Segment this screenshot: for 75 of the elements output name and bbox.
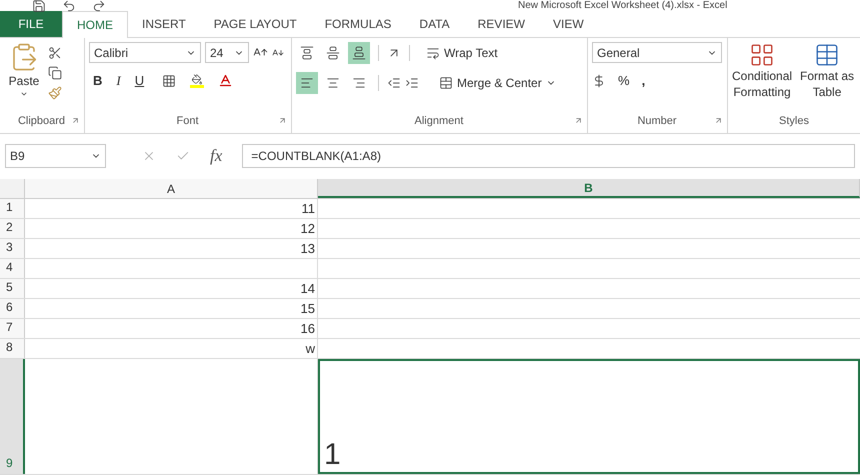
conditional-formatting-button[interactable]: Conditional Formatting	[728, 42, 796, 112]
number-format-field[interactable]: General	[592, 42, 722, 63]
italic-button[interactable]: I	[112, 71, 125, 90]
undo-icon	[62, 0, 76, 13]
ribbon-tab[interactable]: HOME	[62, 11, 128, 38]
ribbon-tab[interactable]: FORMULAS	[310, 11, 406, 37]
caret-icon	[20, 90, 28, 98]
table-cell: 13	[25, 239, 318, 258]
row-header[interactable]: 4	[0, 259, 25, 278]
row-header[interactable]: 3	[0, 239, 25, 258]
window-title: New Microsoft Excel Worksheet (4).xlsx - Excel	[518, 0, 728, 12]
ribbon-tab[interactable]: INSERT	[128, 11, 200, 37]
scissors-icon	[48, 46, 62, 60]
copy-icon	[48, 66, 62, 80]
table-cell: 15	[25, 299, 318, 318]
wrap-text-button[interactable]: Wrap Text	[426, 44, 498, 62]
row-header[interactable]: 1	[0, 199, 25, 218]
row-header[interactable]: 8	[0, 339, 25, 358]
table-cell: 14	[25, 279, 318, 298]
redo-icon	[92, 0, 106, 13]
wrap-text-icon	[426, 46, 440, 60]
row-header[interactable]: 5	[0, 279, 25, 298]
row-header[interactable]: 9	[0, 359, 25, 474]
merge-center-button[interactable]: Merge & Center	[439, 74, 556, 92]
table-cell: w	[25, 339, 318, 358]
vertical-align-icon	[326, 46, 340, 60]
font-name-field[interactable]: Calibri	[89, 42, 201, 63]
currency-icon	[592, 74, 606, 88]
ribbon-tab[interactable]: VIEW	[538, 11, 598, 37]
cancel-icon	[142, 149, 156, 163]
column-header[interactable]: B	[318, 179, 860, 198]
percent-button[interactable]: %	[618, 71, 630, 90]
group-label: Styles	[778, 114, 810, 128]
table-cell: 1	[318, 359, 860, 474]
ribbon-tab[interactable]: PAGE LAYOUT	[200, 11, 311, 37]
group-label: Alignment	[414, 114, 464, 128]
row-header[interactable]: 2	[0, 219, 25, 238]
decrease-indent-icon	[387, 76, 401, 90]
group-label: Number	[637, 114, 677, 128]
comma-button[interactable]: ,	[642, 71, 646, 90]
paste-button[interactable]: Paste	[4, 42, 44, 100]
row-header[interactable]: 6	[0, 299, 25, 318]
align-lines-icon	[352, 76, 366, 90]
insert-function-button[interactable]: fx	[210, 143, 222, 169]
align-lines-icon	[326, 76, 340, 90]
table-cell: 12	[25, 219, 318, 238]
bold-button[interactable]: B	[89, 71, 106, 90]
vertical-align-button[interactable]	[348, 42, 370, 64]
table-cell: 16	[25, 319, 318, 338]
file-tab[interactable]: FILE	[0, 11, 62, 37]
ribbon-tab[interactable]: REVIEW	[464, 11, 539, 37]
save-icon	[32, 0, 46, 13]
vertical-align-icon	[300, 46, 314, 60]
underline-button[interactable]: U	[130, 71, 148, 90]
row-header[interactable]: 7	[0, 319, 25, 338]
font-color-icon[interactable]	[218, 73, 234, 88]
merge-cells-icon	[439, 76, 453, 90]
horizontal-align-button[interactable]	[296, 72, 318, 94]
table-cell: 11	[25, 199, 318, 218]
format-as-table-button[interactable]: Format as Table	[800, 42, 854, 112]
ribbon-tab[interactable]: DATA	[405, 11, 464, 37]
formula-field[interactable]: =COUNTBLANK(A1:A8)	[242, 144, 855, 168]
paintbrush-icon	[48, 86, 62, 100]
increase-indent-icon	[405, 76, 419, 90]
font-size-field[interactable]: 24	[205, 42, 249, 63]
group-label: Clipboard	[18, 114, 66, 128]
name-box[interactable]: B9	[5, 144, 106, 168]
vertical-align-icon	[352, 46, 366, 60]
shrink-font-icon[interactable]	[272, 46, 284, 58]
fill-color-icon	[190, 74, 204, 88]
align-lines-icon	[300, 76, 314, 90]
group-label: Font	[176, 114, 198, 128]
table-icon	[814, 42, 840, 68]
column-header[interactable]: A	[25, 179, 318, 198]
borders-icon	[162, 74, 176, 88]
